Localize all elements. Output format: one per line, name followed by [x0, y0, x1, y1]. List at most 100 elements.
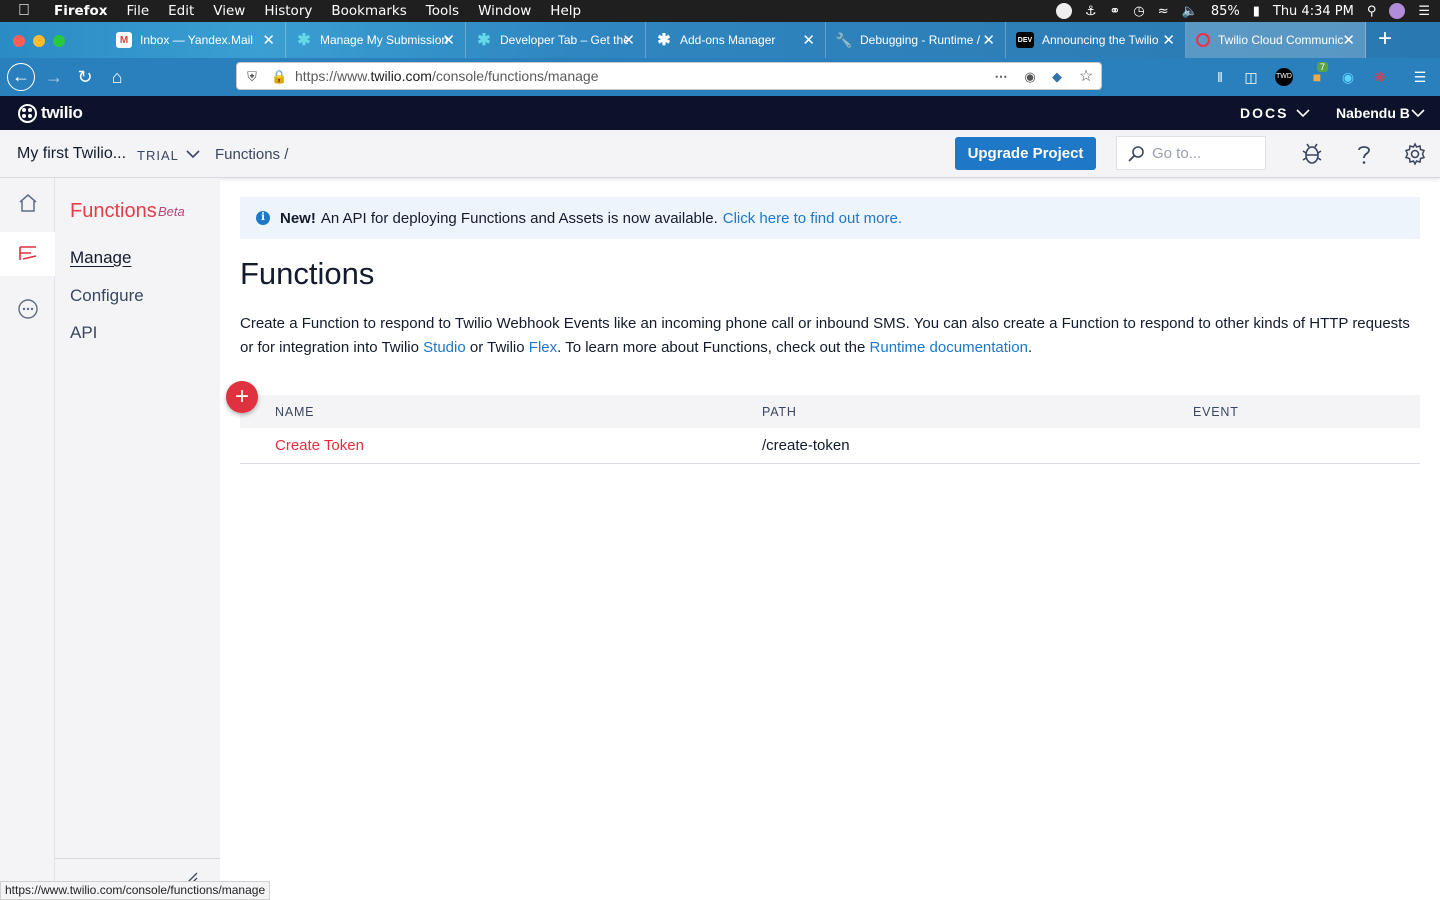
apple-icon[interactable]:  — [18, 2, 36, 20]
new-tab-button[interactable]: + — [1372, 26, 1398, 52]
twilio-icon — [1196, 33, 1210, 47]
menu-file[interactable]: File — [127, 3, 150, 19]
tab-developer-tab[interactable]: ✱ Developer Tab – Get the ✕ — [466, 22, 646, 58]
rail-functions[interactable] — [0, 232, 55, 276]
help-icon[interactable] — [1352, 142, 1376, 166]
debugger-bug-icon[interactable] — [1300, 142, 1324, 166]
more-icon — [17, 299, 38, 319]
studio-link[interactable]: Studio — [423, 339, 466, 356]
menu-app-firefox[interactable]: Firefox — [54, 3, 108, 19]
window-zoom-icon[interactable] — [53, 35, 65, 47]
close-icon[interactable]: ✕ — [622, 31, 635, 49]
bookmark-star-icon[interactable]: ☆ — [1078, 69, 1094, 85]
runtime-docs-link[interactable]: Runtime documentation — [870, 339, 1028, 356]
menu-edit[interactable]: Edit — [168, 3, 194, 19]
shield-icon[interactable]: ⛨ — [244, 69, 260, 85]
chevron-down-icon[interactable] — [185, 146, 201, 162]
reload-icon[interactable]: ↻ — [72, 64, 98, 90]
menu-help[interactable]: Help — [550, 3, 581, 19]
add-function-button[interactable]: + — [226, 381, 258, 413]
upgrade-project-button[interactable]: Upgrade Project — [955, 137, 1096, 170]
clock[interactable]: Thu 4:34 PM — [1273, 4, 1354, 19]
close-icon[interactable]: ✕ — [982, 31, 995, 49]
subnav-item-manage[interactable]: Manage — [70, 248, 131, 268]
dev-icon: DEV — [1016, 32, 1034, 48]
tab-manage-submissions[interactable]: ✱ Manage My Submissions ✕ — [286, 22, 466, 58]
close-icon[interactable]: ✕ — [262, 31, 275, 49]
close-icon[interactable]: ✕ — [1342, 31, 1355, 49]
api-announcement-banner: i New! An API for deploying Functions an… — [240, 197, 1420, 239]
creative-cloud-icon[interactable]: ⚭ — [1109, 4, 1120, 19]
project-name[interactable]: My first Twilio... — [17, 145, 126, 163]
column-name: NAME — [275, 405, 315, 419]
python-extension-icon[interactable]: ◆ — [1049, 69, 1065, 85]
breadcrumb-functions[interactable]: Functions — [215, 146, 280, 163]
back-arrow-icon[interactable]: ← — [7, 63, 35, 91]
tab-announcing-twilio[interactable]: DEV Announcing the Twilio ✕ — [1006, 22, 1186, 58]
extension-twd-icon[interactable]: TWD — [1275, 68, 1293, 86]
close-icon[interactable]: ✕ — [802, 31, 815, 49]
function-path: /create-token — [762, 437, 850, 454]
puzzle-icon: ✱ — [477, 32, 491, 49]
wrench-icon: 🔧 — [835, 31, 853, 48]
rail-home[interactable] — [0, 181, 55, 225]
function-name-link[interactable]: Create Token — [275, 437, 364, 454]
volume-icon[interactable]: 🔈 — [1182, 4, 1198, 19]
home-icon[interactable]: ⌂ — [104, 64, 130, 90]
table-row: Create Token /create-token — [240, 428, 1420, 464]
menu-history[interactable]: History — [264, 3, 312, 19]
project-bar: My first Twilio... TRIAL Functions / Upg… — [0, 130, 1440, 178]
close-icon[interactable]: ✕ — [442, 31, 455, 49]
hamburger-menu-icon[interactable]: ☰ — [1411, 68, 1429, 86]
tab-debugging-runtime[interactable]: 🔧 Debugging - Runtime / ✕ — [826, 22, 1006, 58]
battery-icon[interactable]: ▮ — [1253, 4, 1260, 19]
time-machine-icon[interactable]: ◷ — [1133, 4, 1144, 19]
library-icon[interactable]: ‖ — [1211, 68, 1229, 86]
browser-tab-strip: M Inbox — Yandex.Mail ✕ ✱ Manage My Subm… — [0, 22, 1440, 58]
menu-bookmarks[interactable]: Bookmarks — [331, 3, 406, 19]
page-description: Create a Function to respond to Twilio W… — [240, 315, 1410, 356]
docs-menu[interactable]: DOCS — [1240, 105, 1288, 121]
status-url-tooltip: https://www.twilio.com/console/functions… — [0, 881, 271, 900]
twilio-logo[interactable]: twilio — [18, 103, 83, 123]
chevron-down-icon[interactable] — [1411, 103, 1425, 123]
flex-link[interactable]: Flex — [529, 339, 557, 356]
forward-arrow-icon[interactable]: → — [41, 64, 67, 90]
gear-icon[interactable] — [1403, 142, 1427, 166]
menu-view[interactable]: View — [213, 3, 245, 19]
column-path: PATH — [762, 405, 797, 419]
find-out-more-link[interactable]: Click here to find out more. — [723, 210, 902, 227]
puzzle-icon: ✱ — [657, 32, 671, 49]
url-text: https://www.twilio.com/console/functions… — [295, 68, 599, 84]
home-icon — [19, 194, 36, 212]
user-menu[interactable]: Nabendu B — [1336, 105, 1410, 121]
subnav-item-configure[interactable]: Configure — [70, 286, 144, 306]
wifi-icon[interactable]: ≈ — [1158, 4, 1169, 19]
tab-addons-manager[interactable]: ✱ Add-ons Manager ✕ — [646, 22, 826, 58]
siri-icon[interactable] — [1389, 3, 1406, 19]
chevron-down-icon[interactable] — [1296, 103, 1310, 123]
subnav-title[interactable]: Functions — [70, 200, 157, 223]
extension-bug-icon[interactable]: ❋ — [1371, 68, 1389, 86]
page-actions-icon[interactable]: ⋯ — [993, 69, 1009, 85]
menu-tools[interactable]: Tools — [426, 3, 459, 19]
extension-globe-icon[interactable]: ◉ — [1339, 68, 1357, 86]
battery-percent: 85% — [1210, 3, 1240, 19]
check-status-icon[interactable] — [1055, 3, 1072, 19]
goto-search-input[interactable]: Go to... — [1116, 136, 1266, 170]
rail-more[interactable] — [0, 287, 55, 331]
spotlight-icon[interactable]: ⚲ — [1367, 4, 1377, 19]
lock-icon[interactable]: 🔒 — [271, 69, 287, 85]
sidebar-icon[interactable]: ◫ — [1242, 68, 1260, 86]
close-icon[interactable]: ✕ — [1162, 31, 1175, 49]
docker-icon[interactable]: ⚓ — [1085, 4, 1097, 19]
tab-yandex-mail[interactable]: M Inbox — Yandex.Mail ✕ — [106, 22, 286, 58]
control-center-icon[interactable]: ☰ — [1418, 4, 1430, 19]
window-minimize-icon[interactable] — [33, 35, 45, 47]
window-close-icon[interactable] — [13, 35, 25, 47]
pocket-icon[interactable]: ◉ — [1022, 69, 1038, 85]
subnav-item-api[interactable]: API — [70, 323, 97, 343]
address-bar[interactable]: ⛨ 🔒 https://www.twilio.com/console/funct… — [236, 62, 1102, 90]
tab-twilio-console[interactable]: Twilio Cloud Communic ✕ — [1186, 22, 1366, 58]
menu-window[interactable]: Window — [478, 3, 531, 19]
